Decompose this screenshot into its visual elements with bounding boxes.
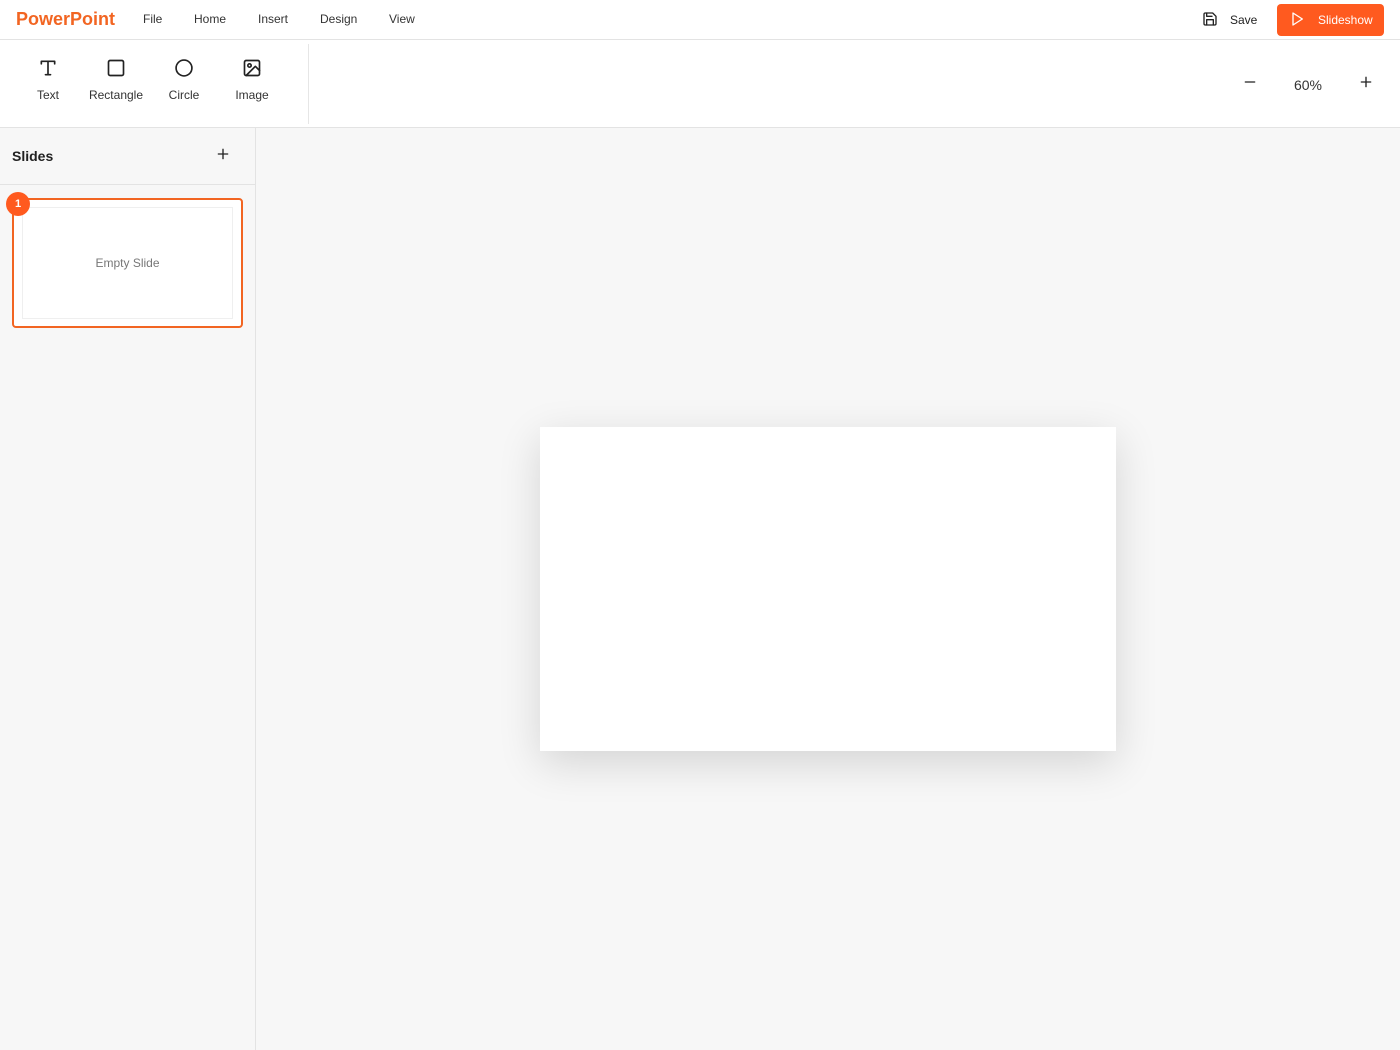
slides-panel-header: Slides [0,128,255,185]
minus-icon [1242,74,1258,95]
menu-insert[interactable]: Insert [258,12,288,26]
play-icon [1289,11,1305,30]
plus-icon [1358,74,1374,95]
slide-number-badge: 1 [6,192,30,216]
text-tool-label: Text [36,88,59,102]
slideshow-button[interactable]: Slideshow [1277,4,1384,36]
text-icon [38,58,58,78]
zoom-level: 60% [1293,77,1323,93]
menu-home[interactable]: Home [194,12,226,26]
text-tool-button[interactable]: Text [14,58,82,110]
plus-icon [215,146,231,167]
menu-design[interactable]: Design [320,12,357,26]
slides-panel: Slides Empty Slide 1 [0,128,256,1050]
slide-thumbnail[interactable]: Empty Slide 1 [6,192,243,328]
image-tool-button[interactable]: Image [218,58,286,110]
app-logo: PowerPoint [16,9,116,29]
circle-icon [174,58,194,78]
slideshow-label: Slideshow [1318,13,1373,27]
rectangle-icon [106,58,126,78]
add-slide-button[interactable] [213,146,233,166]
slides-panel-title: Slides [12,148,54,164]
save-button[interactable]: Save [1196,6,1263,34]
insert-toolbar: Text Rectangle Circle Image 60% [0,40,1400,128]
slide-thumbnail-preview: Empty Slide [22,207,233,319]
toolbar-divider [308,44,309,124]
slide-canvas[interactable] [540,427,1116,751]
slide-thumbnail-text: Empty Slide [95,256,160,270]
circle-tool-button[interactable]: Circle [150,58,218,110]
save-label: Save [1230,13,1258,27]
save-icon [1202,11,1218,30]
rectangle-tool-button[interactable]: Rectangle [82,58,150,110]
slide-canvas-area [256,128,1400,1050]
circle-tool-label: Circle [168,88,200,102]
menu-view[interactable]: View [389,12,415,26]
zoom-out-button[interactable] [1240,74,1260,94]
zoom-in-button[interactable] [1356,74,1376,94]
image-tool-label: Image [235,88,269,102]
rectangle-tool-label: Rectangle [88,88,144,102]
top-menu-bar: PowerPoint File Home Insert Design View … [0,0,1400,40]
image-icon [242,58,262,78]
menu-file[interactable]: File [143,12,162,26]
